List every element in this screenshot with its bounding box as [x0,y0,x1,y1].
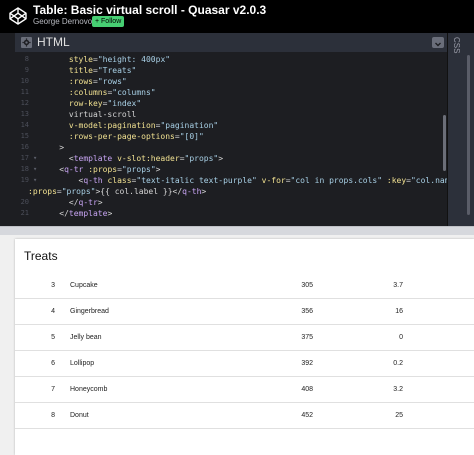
row-fat-cell: 16 [395,308,403,315]
row-index-cell: 6 [51,360,55,367]
code-line[interactable]: 13 virtual-scroll [15,109,447,120]
codepen-logo-icon[interactable] [8,6,28,26]
code-text: style="height: 400px" [68,55,171,64]
row-index-cell: 8 [51,412,55,419]
fold-toggle-icon[interactable]: ▾ [33,153,37,164]
row-index-cell: 4 [51,308,55,315]
row-name-cell: Lollipop [70,360,95,367]
line-number: 14 [20,121,29,129]
line-number: 17 [20,154,29,162]
code-text: :rows="rows" [68,77,127,86]
code-text: :columns="columns" [68,88,156,97]
pen-author[interactable]: George Dernovoy [33,17,96,26]
code-line[interactable]: 8 style="height: 400px" [15,54,447,65]
code-line[interactable]: 19 ▾ <q-th class="text-italic text-purple… [15,175,447,186]
line-number: 15 [20,132,29,140]
editor-area: HTML 8 style="height: 400px" 9 title="Tre… [0,33,474,226]
row-calories-cell: 305 [301,282,313,289]
code-line[interactable]: 21 </template> [15,208,447,219]
css-panel-scrollbar[interactable] [467,55,470,215]
row-fat-cell: 0.2 [393,360,403,367]
treats-table[interactable]: Treats 3 Cupcake 305 3.7 4 Gingerbread 356 16 5 J… [15,239,474,455]
line-number: 10 [20,77,29,85]
code-line[interactable]: 11 :columns="columns" [15,87,447,98]
row-calories-cell: 452 [301,412,313,419]
row-fat-cell: 3.2 [393,386,403,393]
pen-header: Table: Basic virtual scroll - Quasar v2.… [0,0,474,33]
table-row[interactable]: 8 Donut 452 25 [15,403,474,429]
line-number: 21 [20,209,29,217]
row-name-cell: Gingerbread [70,308,109,315]
table-row[interactable]: 5 Jelly bean 375 0 [15,325,474,351]
code-text: :rows-per-page-options="[0]" [68,132,204,141]
code-text: <q-th class="text-italic text-purple" v-… [40,176,447,185]
row-fat-cell: 3.7 [393,282,403,289]
code-text: <template v-slot:header="props"> [40,154,224,163]
result-preview: Treats 3 Cupcake 305 3.7 4 Gingerbread 356 16 5 J… [0,235,474,455]
editor-language-label: HTML [37,35,70,49]
row-name-cell: Cupcake [70,282,98,289]
code-line[interactable]: 14 v-model:pagination="pagination" [15,120,447,131]
table-row[interactable]: 6 Lollipop 392 0.2 [15,351,474,377]
code-text: <q-tr :props="props"> [40,165,161,174]
row-calories-cell: 356 [301,308,313,315]
table-row[interactable]: 7 Honeycomb 408 3.2 [15,377,474,403]
editor-collapse-button[interactable] [432,37,444,48]
pen-title: Table: Basic virtual scroll - Quasar v2.… [33,3,267,17]
row-name-cell: Honeycomb [70,386,108,393]
code-text: </q-tr> [40,198,103,207]
code-line[interactable]: 15 :rows-per-page-options="[0]" [15,131,447,142]
row-name-cell: Jelly bean [70,334,102,341]
code-line[interactable]: 17 ▾ <template v-slot:header="props"> [15,153,447,164]
row-calories-cell: 408 [301,386,313,393]
line-number: 11 [20,88,29,96]
code-text: row-key="index" [68,99,142,108]
line-number: 13 [20,110,29,118]
fold-toggle-icon[interactable]: ▾ [33,164,37,175]
fold-toggle-icon[interactable]: ▾ [33,175,37,186]
code-line[interactable]: 16 > [15,142,447,153]
row-index-cell: 5 [51,334,55,341]
editor-header: HTML [15,33,447,52]
code-line[interactable]: 18 ▾ <q-tr :props="props"> [15,164,447,175]
row-index-cell: 7 [51,386,55,393]
code-line[interactable]: 9 title="Treats" [15,65,447,76]
follow-button[interactable]: + Follow [92,16,125,27]
code-content[interactable]: 8 style="height: 400px" 9 title="Treats" 1… [15,52,447,221]
table-title: Treats [24,249,58,263]
line-number: 16 [20,143,29,151]
html-editor[interactable]: HTML 8 style="height: 400px" 9 title="Tre… [15,33,447,221]
row-index-cell: 3 [51,282,55,289]
chevron-down-icon [435,42,441,47]
editor-scrollbar[interactable] [443,115,446,171]
gear-icon [22,38,31,47]
line-number: 9 [24,66,29,74]
editor-settings-button[interactable] [21,37,32,48]
code-line[interactable]: 20 </q-tr> [15,197,447,208]
line-number: 19 [20,176,29,184]
line-number: 20 [20,198,29,206]
code-line[interactable]: 12 row-key="index" [15,98,447,109]
row-fat-cell: 0 [399,334,403,341]
code-line[interactable]: 10 :rows="rows" [15,76,447,87]
line-number: 18 [20,165,29,173]
table-row[interactable]: 4 Gingerbread 356 16 [15,299,474,325]
table-row[interactable]: 3 Cupcake 305 3.7 [15,273,474,299]
code-text: :props="props">{{ col.label }}</q-th> [28,187,207,196]
row-calories-cell: 375 [301,334,313,341]
line-number: 8 [24,55,29,63]
code-text: virtual-scroll [40,110,137,119]
code-text: title="Treats" [68,66,137,75]
row-fat-cell: 25 [395,412,403,419]
resize-divider[interactable] [0,226,474,235]
css-editor-label: CSS [452,37,461,54]
code-text: </template> [40,209,113,218]
code-line[interactable]: :props="props">{{ col.label }}</q-th> [15,186,447,197]
row-calories-cell: 392 [301,360,313,367]
row-name-cell: Donut [70,412,89,419]
code-text: v-model:pagination="pagination" [68,121,219,130]
line-number: 12 [20,99,29,107]
css-editor-collapsed[interactable]: CSS [447,33,474,226]
code-text: > [40,143,65,152]
